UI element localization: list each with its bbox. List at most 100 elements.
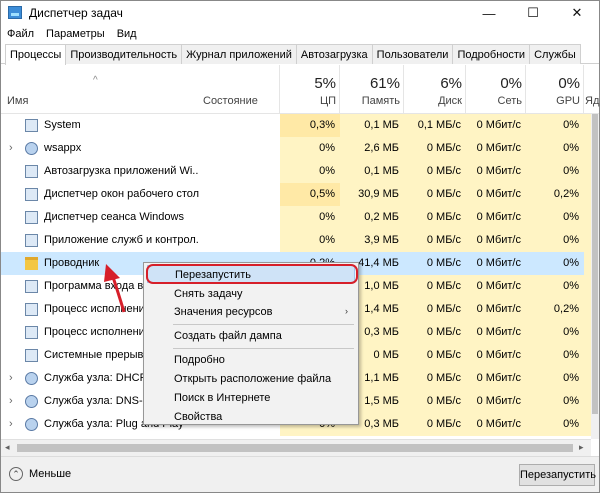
network-cell: 0 Мбит/с	[466, 229, 526, 252]
menu-item-create-dump[interactable]: Создать файл дампа	[147, 327, 355, 345]
process-name: Приложение служб и контрол...	[44, 234, 199, 246]
app-icon	[25, 211, 38, 224]
disk-cell: 0 МБ/с	[404, 390, 466, 413]
disk-cell: 0 МБ/с	[404, 160, 466, 183]
cpu-cell: 0%	[280, 229, 340, 252]
memory-cell: 0,1 МБ	[340, 160, 404, 183]
scroll-right-icon[interactable]: ▸	[579, 442, 584, 453]
column-memory[interactable]: Память	[340, 95, 400, 107]
network-cell: 0 Мбит/с	[466, 114, 526, 137]
memory-cell: 0,1 МБ	[340, 114, 404, 137]
network-cell: 0 Мбит/с	[466, 413, 526, 436]
gpu-cell: 0%	[526, 413, 584, 436]
cpu-total[interactable]: 5%	[280, 75, 336, 92]
expand-chevron-icon[interactable]: ›	[9, 372, 19, 384]
restart-button[interactable]: Перезапустить	[519, 464, 596, 486]
column-cpu[interactable]: ЦП	[280, 95, 336, 107]
menu-item-end-task[interactable]: Снять задачу	[147, 285, 355, 303]
memory-cell: 2,6 МБ	[340, 137, 404, 160]
close-button[interactable]: ✕	[555, 1, 599, 25]
collapse-icon[interactable]: ⌃	[9, 467, 23, 481]
column-header: ^ Имя Состояние 5% ЦП 61% Память 6% Диск…	[1, 65, 599, 114]
disk-total[interactable]: 6%	[404, 75, 462, 92]
column-gpu-engine[interactable]: Яд	[585, 95, 599, 107]
expand-chevron-icon[interactable]: ›	[9, 418, 19, 430]
disk-cell: 0 МБ/с	[404, 137, 466, 160]
disk-cell: 0 МБ/с	[404, 252, 466, 275]
expand-chevron-icon[interactable]: ›	[9, 142, 19, 154]
tab-details[interactable]: Подробности	[452, 44, 531, 64]
horizontal-scrollbar[interactable]: ◂ ▸	[1, 439, 591, 456]
gpu-cell: 0%	[526, 160, 584, 183]
scroll-left-icon[interactable]: ◂	[5, 442, 10, 453]
menu-separator	[173, 348, 354, 349]
horizontal-scroll-thumb[interactable]	[17, 444, 573, 452]
network-cell: 0 Мбит/с	[466, 298, 526, 321]
table-row[interactable]: Диспетчер окон рабочего стола 0,5% 30,9 МБ…	[1, 183, 593, 206]
menu-view[interactable]: Вид	[117, 25, 143, 44]
app-icon	[25, 349, 38, 362]
menu-item-properties[interactable]: Свойства	[147, 408, 355, 426]
process-name: wsappx	[44, 142, 82, 154]
table-row[interactable]: Диспетчер сеанса Windows 0% 0,2 МБ 0 МБ/с 0 …	[1, 206, 593, 229]
tab-performance[interactable]: Производительность	[65, 44, 183, 64]
sort-arrow-icon: ^	[93, 75, 98, 86]
vertical-scroll-thumb[interactable]	[592, 114, 598, 414]
table-row[interactable]: › wsappx 0% 2,6 МБ 0 МБ/с 0 Мбит/с 0%	[1, 137, 593, 160]
menu-item-open-location[interactable]: Открыть расположение файла	[147, 370, 355, 388]
menu-item-search-online[interactable]: Поиск в Интернете	[147, 389, 355, 407]
table-row[interactable]: Автозагрузка приложений Wi... 0% 0,1 МБ 0 М…	[1, 160, 593, 183]
network-cell: 0 Мбит/с	[466, 390, 526, 413]
gpu-cell: 0%	[526, 229, 584, 252]
cpu-cell: 0,5%	[280, 183, 340, 206]
tab-app-history[interactable]: Журнал приложений	[181, 44, 297, 64]
window-title: Диспетчер задач	[29, 6, 123, 20]
gpu-cell: 0%	[526, 137, 584, 160]
title-bar[interactable]: Диспетчер задач — ☐ ✕	[1, 1, 599, 25]
column-disk[interactable]: Диск	[404, 95, 462, 107]
tab-startup[interactable]: Автозагрузка	[295, 44, 373, 64]
disk-cell: 0 МБ/с	[404, 344, 466, 367]
menu-item-details[interactable]: Подробно	[147, 351, 355, 369]
tab-bar: Процессы Производительность Журнал прило…	[1, 44, 599, 65]
tab-users[interactable]: Пользователи	[371, 44, 454, 64]
network-cell: 0 Мбит/с	[466, 206, 526, 229]
tab-processes[interactable]: Процессы	[5, 44, 67, 65]
gpu-cell: 0%	[526, 252, 584, 275]
table-row[interactable]: Приложение служб и контрол... 0% 3,9 МБ 0 М…	[1, 229, 593, 252]
column-divider	[525, 65, 526, 114]
cpu-cell: 0,3%	[280, 114, 340, 137]
network-cell: 0 Мбит/с	[466, 160, 526, 183]
memory-total[interactable]: 61%	[340, 75, 400, 92]
network-cell: 0 Мбит/с	[466, 367, 526, 390]
cpu-cell: 0%	[280, 137, 340, 160]
fewer-details-link[interactable]: Меньше	[29, 468, 71, 480]
gpu-total[interactable]: 0%	[526, 75, 580, 92]
vertical-scrollbar[interactable]	[591, 114, 599, 439]
disk-cell: 0 МБ/с	[404, 321, 466, 344]
expand-chevron-icon[interactable]: ›	[9, 395, 19, 407]
app-icon	[25, 326, 38, 339]
maximize-button[interactable]: ☐	[511, 1, 555, 25]
menu-file[interactable]: Файл	[7, 25, 40, 44]
gear-icon	[25, 395, 38, 408]
network-cell: 0 Мбит/с	[466, 321, 526, 344]
column-divider	[403, 65, 404, 114]
gear-icon	[25, 418, 38, 431]
menu-options[interactable]: Параметры	[46, 25, 111, 44]
network-total[interactable]: 0%	[466, 75, 522, 92]
gpu-cell: 0%	[526, 321, 584, 344]
column-name[interactable]: Имя	[7, 95, 28, 107]
cpu-cell: 0%	[280, 206, 340, 229]
column-divider	[339, 65, 340, 114]
column-network[interactable]: Сеть	[466, 95, 522, 107]
minimize-button[interactable]: —	[467, 1, 511, 25]
disk-cell: 0 МБ/с	[404, 183, 466, 206]
tab-services[interactable]: Службы	[529, 44, 581, 64]
gpu-cell: 0%	[526, 390, 584, 413]
table-row[interactable]: System 0,3% 0,1 МБ 0,1 МБ/с 0 Мбит/с 0%	[1, 114, 593, 137]
menu-item-resource-values[interactable]: Значения ресурсов ›	[147, 303, 355, 321]
column-divider	[465, 65, 466, 114]
column-gpu[interactable]: GPU	[526, 95, 580, 107]
column-status[interactable]: Состояние	[203, 95, 258, 107]
